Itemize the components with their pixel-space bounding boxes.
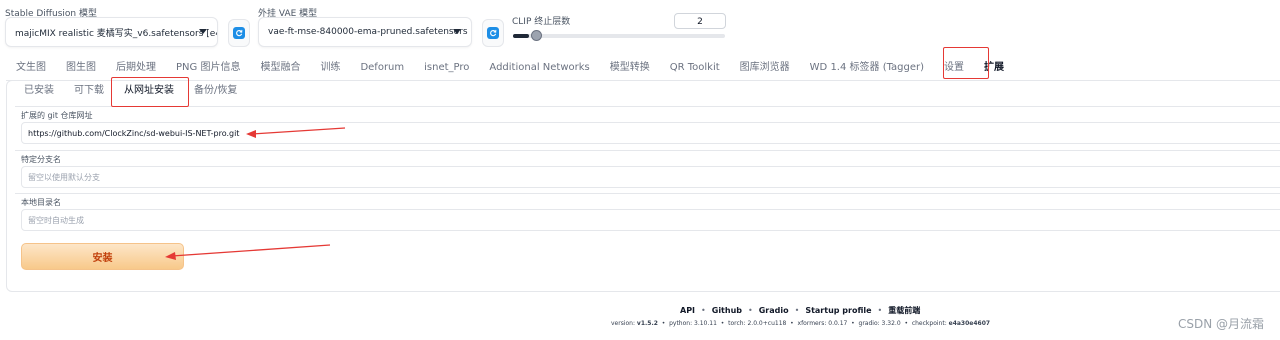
footer-separator: • <box>794 306 800 315</box>
footer-link[interactable]: Startup profile <box>805 306 871 315</box>
annotation-arrows <box>165 127 346 260</box>
arrowhead-git-url <box>246 130 256 138</box>
footer-link[interactable]: API <box>680 306 695 315</box>
arrow-to-git-url <box>251 127 346 135</box>
checkpoint-value: e4a30e4607 <box>948 320 991 327</box>
footer-link[interactable]: 重载前端 <box>888 306 920 315</box>
footer-separator: • <box>877 306 883 315</box>
footer-links: API • Github • Gradio • Startup profile • 重载前端 <box>680 305 920 316</box>
footer-link[interactable]: Github <box>712 306 742 315</box>
footer-version-info: version: v1.5.2 • python: 3.10.11 • torc… <box>611 320 991 327</box>
footer-link[interactable]: Gradio <box>759 306 789 315</box>
torch-version: torch: 2.0.0+cu118 <box>728 320 787 327</box>
version-value: v1.5.2 <box>636 320 658 327</box>
arrow-to-install-button <box>171 244 331 257</box>
footer-separator: • <box>748 306 753 315</box>
checkpoint-label: checkpoint: <box>911 320 947 327</box>
python-version: python: 3.10.11 <box>669 320 717 327</box>
version-label: version: <box>611 320 635 327</box>
xformers-version: xformers: 0.0.17 <box>797 320 848 327</box>
footer-separator: • <box>701 306 706 315</box>
arrowhead-install <box>165 252 176 260</box>
csdn-watermark: CSDN @月流霜 <box>1177 317 1264 331</box>
gradio-version: gradio: 3.32.0 <box>858 320 901 327</box>
